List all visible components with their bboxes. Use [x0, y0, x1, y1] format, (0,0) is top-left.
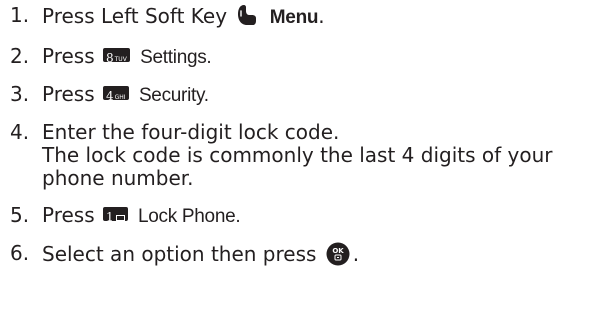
step-text: Press 1 Lock Phone.	[42, 204, 600, 228]
key-digit: 4	[106, 89, 114, 103]
step-note: The lock code is commonly the last 4 dig…	[42, 143, 553, 190]
instruction-list: 1. Press Left Soft Key Menu. 2. Press 8T…	[10, 4, 600, 285]
menu-label: Menu	[269, 7, 319, 28]
step-main-text: Enter the four-digit lock code.	[42, 120, 340, 144]
left-soft-key-icon	[235, 4, 257, 31]
step-text: Press 8TUV Settings.	[42, 45, 600, 69]
step-number: 6.	[10, 241, 30, 265]
key-1-voicemail: 1	[103, 207, 128, 224]
ok-key-icon: OK	[326, 242, 350, 271]
step-prefix: Press	[42, 203, 95, 227]
security-label: Security.	[138, 85, 209, 106]
ok-label: OK	[332, 247, 344, 255]
key-8-tuv: 8TUV	[103, 48, 130, 65]
step-number: 4.	[10, 120, 30, 144]
key-letters: TUV	[114, 56, 127, 63]
step-end: .	[318, 4, 325, 28]
step-1: 1. Press Left Soft Key Menu.	[10, 4, 600, 31]
step-prefix: Press Left Soft Key	[42, 4, 228, 28]
step-text: Enter the four-digit lock code. The lock…	[42, 121, 600, 190]
step-text: Press Left Soft Key Menu.	[42, 4, 600, 31]
step-number: 5.	[10, 203, 30, 227]
key-4-ghi: 4GHI	[103, 86, 129, 103]
step-number: 2.	[10, 44, 30, 68]
key-digit: 1	[106, 210, 114, 224]
key-digit: 8	[106, 51, 114, 65]
key-letters: GHI	[114, 94, 126, 101]
step-6: 6. Select an option then press OK .	[10, 242, 600, 271]
step-text: Press 4GHI Security.	[42, 83, 600, 107]
step-4: 4. Enter the four-digit lock code. The l…	[10, 121, 600, 190]
step-prefix: Press	[42, 44, 95, 68]
step-3: 3. Press 4GHI Security.	[10, 83, 600, 107]
lock-phone-label: Lock Phone.	[138, 206, 241, 227]
step-2: 2. Press 8TUV Settings.	[10, 45, 600, 69]
step-5: 5. Press 1 Lock Phone.	[10, 204, 600, 228]
step-prefix: Select an option then press	[42, 242, 317, 266]
step-end: .	[352, 242, 360, 266]
step-text: Select an option then press OK .	[42, 242, 600, 271]
settings-label: Settings.	[140, 47, 212, 68]
step-number: 1.	[10, 3, 30, 27]
step-number: 3.	[10, 82, 30, 106]
envelope-icon	[115, 215, 125, 221]
step-prefix: Press	[42, 82, 95, 106]
